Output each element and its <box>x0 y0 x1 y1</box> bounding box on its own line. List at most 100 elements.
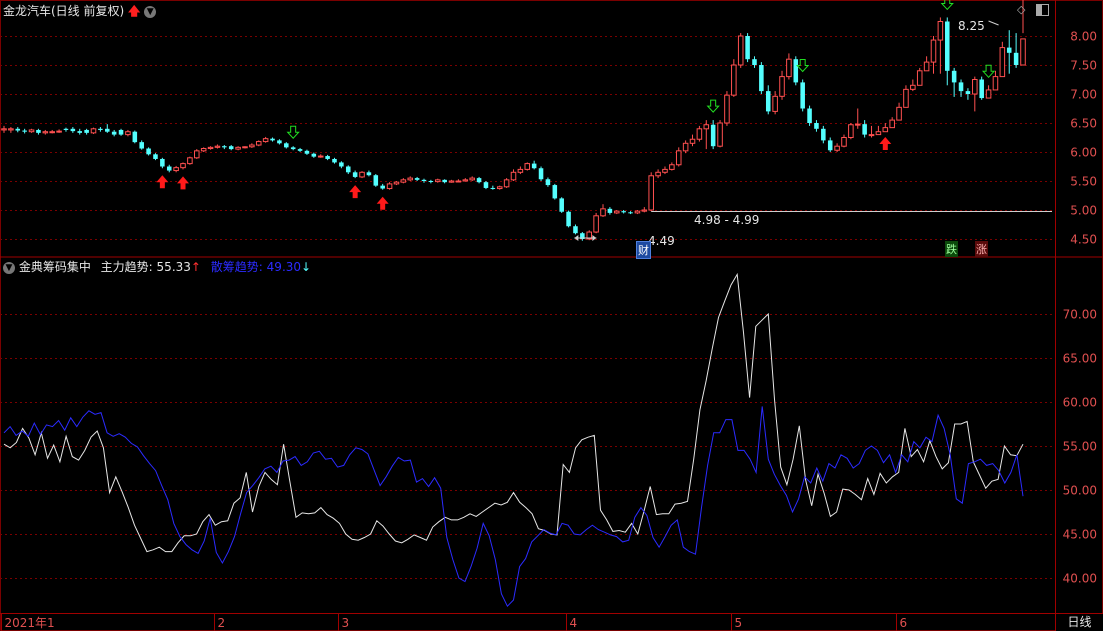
candle-body <box>77 131 83 133</box>
candle-body <box>407 177 413 181</box>
candle-body <box>228 146 234 150</box>
period-button[interactable]: 日线 <box>1056 614 1103 631</box>
stock-title: 金龙汽车(日线 前复权) <box>3 4 125 18</box>
candle-body <box>187 157 193 165</box>
price-tick-label: 5.50 <box>1070 175 1097 189</box>
indicator-tick-label: 55.00 <box>1063 440 1097 454</box>
candle-body <box>979 79 984 99</box>
retail-trend-line <box>3 406 1024 608</box>
time-tick-label: 4 <box>570 616 578 630</box>
down-badge[interactable]: 跌 <box>945 241 958 257</box>
candle-body <box>242 146 248 149</box>
candle-body <box>207 146 214 150</box>
candle-body <box>132 131 138 143</box>
candle-body <box>951 70 957 83</box>
candle-body <box>235 146 241 150</box>
candle-body <box>710 124 716 147</box>
finance-badge[interactable]: 财 <box>636 241 651 259</box>
indicator-header: ▼ 金典筹码集中 主力趋势: 55.33↑ 散筹趋势: 49.30↓ <box>3 258 311 275</box>
buy-signal-arrow <box>376 196 389 210</box>
candle-body <box>634 210 641 214</box>
stock-header: 金龙汽车(日线 前复权) 🡅 ▼ <box>3 2 157 23</box>
price-tick-label: 5.00 <box>1070 204 1097 218</box>
candle-body <box>325 156 330 159</box>
candle-body <box>696 128 703 140</box>
candle-body <box>703 124 710 130</box>
up-badge[interactable]: 涨 <box>975 241 988 257</box>
candle-body <box>194 150 200 159</box>
candle-body <box>393 181 400 185</box>
candle-body <box>111 131 117 135</box>
candle-body <box>916 70 923 86</box>
candle-body <box>841 137 847 147</box>
low-pointer-arrowhead <box>574 235 579 241</box>
indicator-chevron-icon[interactable]: ▼ <box>3 261 15 274</box>
candle-body <box>821 128 826 141</box>
sell-signal-arrow <box>706 99 720 113</box>
candle-body <box>1006 47 1012 53</box>
time-tick-label: 5 <box>735 616 743 630</box>
dropdown-chevron-icon[interactable]: ▼ <box>144 5 157 18</box>
candle-body <box>222 146 227 148</box>
candle-body <box>1 128 7 131</box>
low-pointer-arrowhead <box>592 235 597 241</box>
panel-toggle-icon[interactable] <box>1036 4 1049 16</box>
candle-body <box>421 179 427 181</box>
buy-signal-arrow <box>879 136 892 150</box>
candle-body <box>745 36 750 60</box>
indicator-tick-label: 60.00 <box>1063 396 1097 410</box>
candle-body <box>538 168 544 180</box>
high-pointer-line <box>988 20 999 26</box>
price-tick-label: 6.00 <box>1070 146 1097 160</box>
candle-body <box>1020 38 1026 66</box>
candle-body <box>937 21 944 41</box>
candle-body <box>903 88 909 108</box>
candle-body <box>545 179 551 186</box>
candle-body <box>559 198 564 212</box>
candle-body <box>862 124 867 135</box>
candle-body <box>972 79 978 95</box>
candle-body <box>284 143 289 148</box>
candle-body <box>882 127 889 133</box>
candle-body <box>8 128 14 131</box>
candle-body <box>910 84 916 90</box>
candle-body <box>380 185 385 189</box>
candle-body <box>180 163 186 169</box>
diamond-icon[interactable]: ◇ <box>1017 3 1025 16</box>
candle-body <box>889 119 895 129</box>
candle-body <box>552 185 558 199</box>
candle-body <box>56 130 62 133</box>
candle-body <box>985 89 992 99</box>
candle-body <box>200 148 207 152</box>
candle-body <box>800 82 805 109</box>
candle-body <box>277 140 282 144</box>
candle-body <box>352 172 358 177</box>
retail-trend-label: 散筹趋势: <box>210 260 263 274</box>
candle-body <box>125 131 131 136</box>
candle-body <box>965 91 971 94</box>
candle-body <box>448 180 455 183</box>
candle-body <box>386 183 393 190</box>
time-axis-ticks: 2021年1234567 <box>1 613 1100 631</box>
time-tick-label: 3 <box>342 616 350 630</box>
candle-body <box>36 129 41 133</box>
candle-body <box>345 166 351 173</box>
candle-body <box>442 179 447 183</box>
candle-body <box>814 123 819 129</box>
candle-body <box>759 65 764 92</box>
indicator-tick-label: 70.00 <box>1063 308 1097 322</box>
candle-body <box>428 181 434 182</box>
indicator-tick-label: 65.00 <box>1063 352 1097 366</box>
candle-body <box>455 180 462 183</box>
price-tick-label: 4.50 <box>1070 233 1097 247</box>
candle-body <box>332 158 337 163</box>
candle-body <box>752 59 757 65</box>
candle-body <box>868 134 875 137</box>
candle-body <box>400 179 407 183</box>
candle-body <box>366 172 372 176</box>
candle-body <box>731 64 737 96</box>
candle-body <box>566 211 571 227</box>
retail-down-arrow-icon: ↓ <box>301 260 312 274</box>
candle-body <box>49 131 55 134</box>
low-price-label: 4.49 <box>648 234 675 248</box>
